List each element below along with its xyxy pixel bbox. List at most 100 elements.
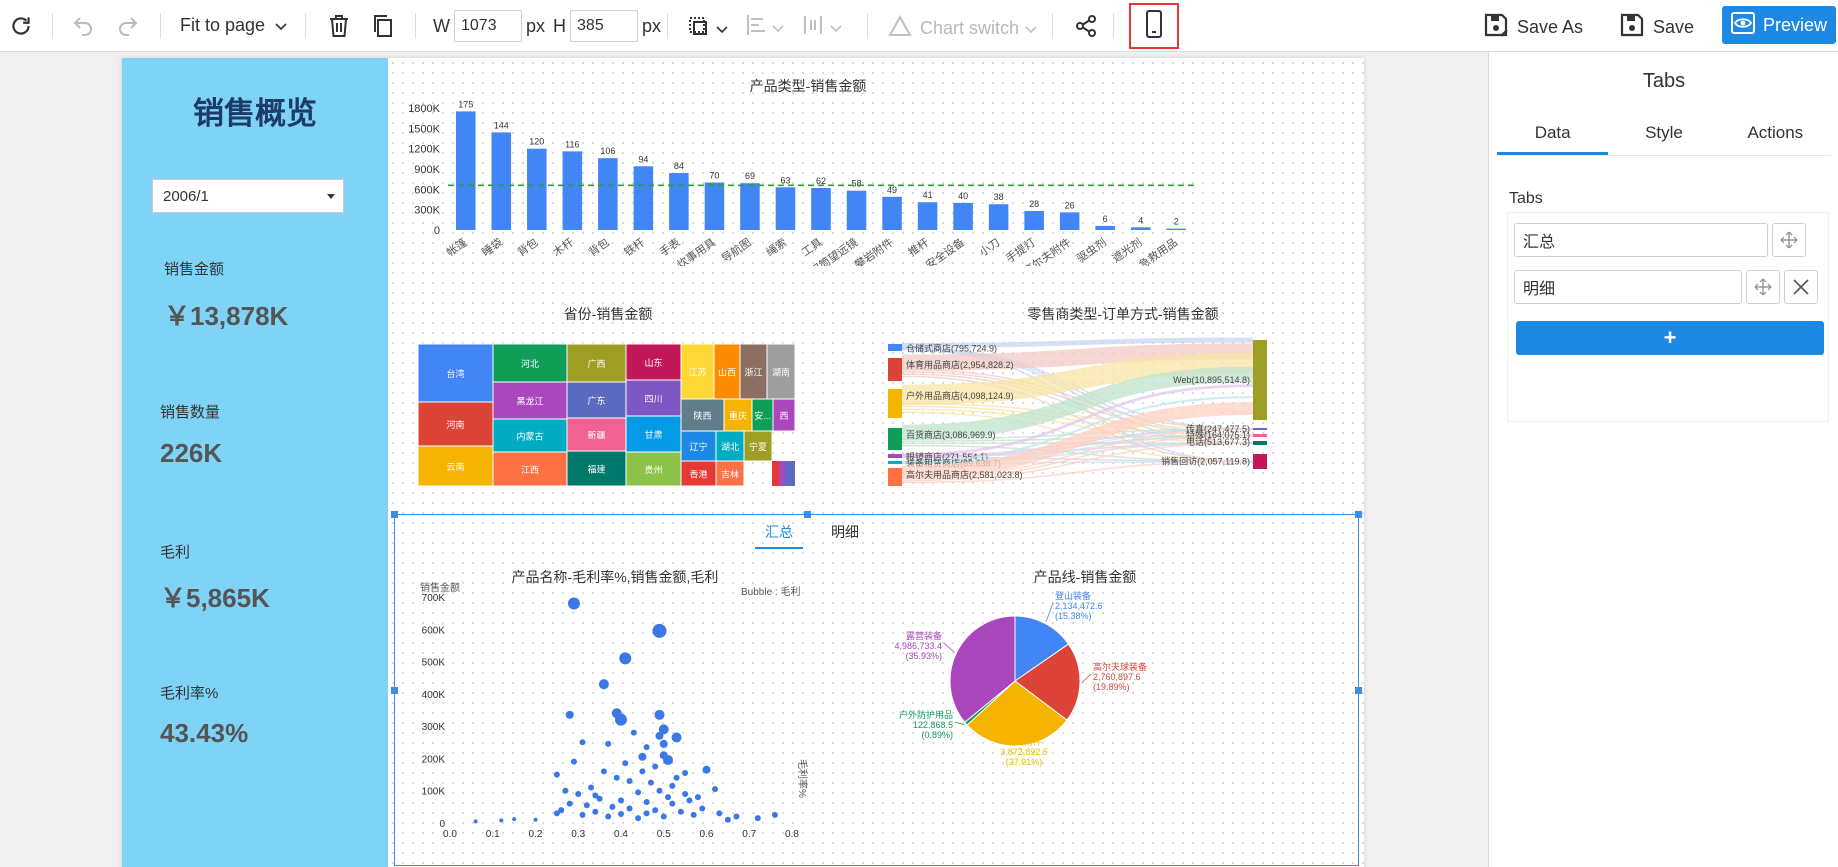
treemap-cell [785, 461, 795, 486]
sankey-source-node [888, 344, 902, 351]
save-as-icon [1483, 12, 1509, 43]
tab-data[interactable]: Data [1497, 110, 1609, 155]
height-label: H [553, 15, 567, 36]
x-tick-label: 0.7 [742, 829, 756, 840]
scatter-point [626, 805, 633, 812]
x-tick-label: 背包 [586, 235, 612, 259]
preview-button[interactable]: Preview [1722, 6, 1836, 44]
tab-actions[interactable]: Actions [1720, 110, 1831, 155]
bar-data-label: 38 [994, 192, 1004, 202]
scatter-point [512, 817, 517, 822]
scatter-point [659, 739, 668, 748]
resize-handle[interactable] [391, 511, 398, 518]
height-input[interactable] [570, 10, 639, 42]
bar-data-label: 175 [458, 99, 473, 109]
bar-data-label: 28 [1029, 199, 1039, 209]
bar [846, 190, 867, 230]
resize-handle[interactable] [1355, 511, 1362, 518]
chart-switch-dropdown[interactable]: Chart switch [888, 14, 1037, 42]
tab-name-input-1[interactable] [1514, 223, 1768, 257]
refresh-icon[interactable] [8, 13, 34, 39]
close-icon[interactable] [1784, 270, 1818, 304]
x-tick-label: 睡袋 [479, 235, 505, 259]
pie-label-name: 个人附件 [1006, 736, 1042, 747]
pie-leader-line [1081, 673, 1092, 683]
x-tick-label: 绳索 [763, 235, 789, 259]
align-dropdown[interactable] [746, 14, 784, 41]
layer-icon [686, 14, 710, 43]
undo-icon[interactable] [70, 14, 96, 38]
scatter-point [583, 802, 590, 809]
pie-label-value: 2,134,472.6 [1055, 601, 1103, 611]
resize-handle[interactable] [1355, 687, 1362, 694]
pie-label-percent: (19.89%) [1093, 682, 1130, 692]
tab-summary[interactable]: 汇总 [755, 521, 803, 549]
x-tick-label: 0.5 [657, 829, 671, 840]
scatter-point [639, 768, 646, 775]
resize-handle[interactable] [804, 511, 811, 518]
y-tick-label: 700K [422, 593, 446, 604]
x-tick-label: 0.2 [529, 829, 543, 840]
scatter-point [702, 765, 711, 774]
scatter-widget[interactable]: 产品名称-毛利率%,销售金额,毛利 销售金额 700K 600K 500K 400K 30… [395, 559, 835, 859]
chevron-down-icon [830, 17, 842, 38]
distribute-dropdown[interactable] [802, 14, 842, 41]
treemap-cell-label: 吉林 [721, 469, 739, 480]
x-tick-label: 手表 [657, 235, 683, 259]
add-tab-button[interactable]: + [1516, 321, 1824, 355]
width-label: W [433, 15, 450, 36]
bar [562, 151, 583, 230]
mobile-view-button[interactable] [1129, 3, 1179, 49]
fit-to-page-dropdown[interactable]: Fit to page [180, 15, 287, 36]
scatter-point [558, 807, 565, 814]
sankey-widget[interactable]: 零售商类型-订单方式-销售金额 仓储式商店(795,724.9) 体育用品商店(2… [888, 304, 1358, 504]
sankey-source-label: 体育用品商店(2,954,828.2) [906, 359, 1014, 370]
kpi-sidebar[interactable]: 销售概览 2006/1 销售金额 ￥13,878K 销售数量 226K 毛利 ￥… [122, 58, 388, 867]
pie-label-name: 户外防护用品 [899, 709, 953, 720]
copy-icon[interactable] [372, 14, 394, 38]
pie-widget[interactable]: 产品线-销售金额 登山装备 2,134,472.6 (15.38%) 高尔夫球装备 2,… [865, 559, 1355, 859]
bubble-legend: Bubble : 毛利 [741, 586, 800, 598]
save-as-button[interactable]: Save As [1483, 12, 1583, 43]
scatter-point [570, 758, 577, 765]
layer-dropdown[interactable] [686, 14, 728, 43]
chevron-down-icon [1025, 18, 1037, 39]
bar [882, 196, 902, 230]
property-panel: Tabs Data Style Actions Tabs + [1488, 52, 1838, 867]
scatter-point [677, 808, 684, 815]
move-icon[interactable] [1746, 270, 1780, 304]
tabs-widget[interactable]: 汇总 明细 产品名称-毛利率%,销售金额,毛利 销售金额 700K 600K 500K… [391, 511, 1362, 866]
move-icon[interactable] [1772, 223, 1806, 257]
scatter-point [671, 732, 682, 743]
treemap-cell-label: 江西 [521, 465, 539, 475]
panel-tabs: Data Style Actions [1497, 110, 1831, 156]
pie-label-percent: (0.89%) [921, 730, 953, 740]
redo-icon[interactable] [115, 14, 141, 38]
tab-detail-label: 明细 [831, 524, 859, 540]
share-icon[interactable] [1074, 14, 1098, 38]
scatter-point [618, 797, 624, 804]
x-tick-label: 0.8 [785, 829, 799, 840]
bar-data-label: 106 [600, 146, 615, 156]
width-input[interactable] [454, 10, 522, 42]
treemap-cell [779, 461, 785, 486]
tab-name-input-2[interactable] [1514, 270, 1742, 304]
bar [633, 166, 654, 230]
treemap-cell-label: 广东 [587, 395, 605, 406]
scatter-point [654, 709, 665, 720]
pie-label-value: 2,760,897.6 [1093, 672, 1141, 682]
bar-chart-widget[interactable]: 产品类型-销售金额 1800K 1500K 1200K 900K 600K 300K 0 17… [398, 76, 1358, 266]
y-tick-label: 600K [422, 625, 446, 636]
date-filter-select[interactable]: 2006/1 [152, 179, 344, 213]
scatter-point [754, 815, 761, 822]
tab-detail[interactable]: 明细 [825, 521, 865, 549]
save-button[interactable]: Save [1619, 12, 1694, 43]
bar [953, 202, 973, 230]
pie-svg: 登山装备2,134,472.6(15.38%) 高尔夫球装备2,760,897.6… [894, 590, 1147, 767]
resize-handle[interactable] [391, 687, 398, 694]
tab-style[interactable]: Style [1608, 110, 1719, 155]
treemap-widget[interactable]: 省份-销售金额 台湾 河南 云南 河北 黑龙江 内蒙古 江西 广西 广东 新疆 福建 山东 四川 甘肃 贵州… [418, 304, 868, 504]
delete-icon[interactable] [328, 14, 350, 38]
scatter-point [771, 811, 778, 818]
treemap-cell-label: 湖北 [721, 442, 739, 452]
